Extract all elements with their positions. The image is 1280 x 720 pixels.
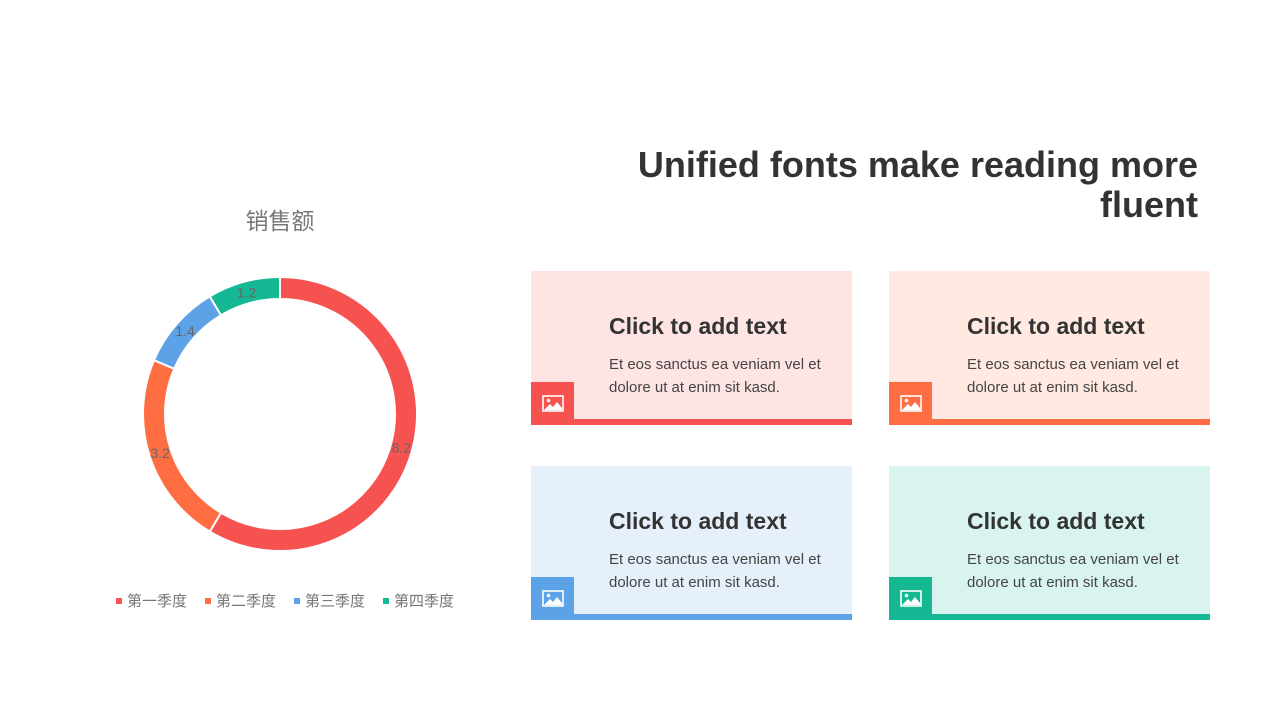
card-body[interactable]: Et eos sanctus ea veniam vel et dolore u… bbox=[967, 353, 1192, 399]
card-title[interactable]: Click to add text bbox=[609, 508, 787, 535]
card-title[interactable]: Click to add text bbox=[967, 508, 1145, 535]
text-card-3[interactable]: Click to add text Et eos sanctus ea veni… bbox=[531, 466, 852, 620]
donut-slice-1 bbox=[208, 275, 418, 552]
card-accent-bar bbox=[889, 614, 1210, 620]
legend-swatch-q4 bbox=[383, 597, 390, 604]
card-accent-bar bbox=[531, 419, 852, 425]
image-icon[interactable] bbox=[531, 382, 574, 425]
legend-item-q2: 第二季度 bbox=[204, 590, 276, 611]
chart-legend: 第一季度 第二季度 第三季度 第四季度 bbox=[100, 590, 470, 611]
legend-label-q3: 第三季度 bbox=[305, 592, 366, 610]
card-title[interactable]: Click to add text bbox=[967, 313, 1145, 340]
image-icon[interactable] bbox=[531, 577, 574, 620]
card-body[interactable]: Et eos sanctus ea veniam vel et dolore u… bbox=[609, 353, 834, 399]
text-card-1[interactable]: Click to add text Et eos sanctus ea veni… bbox=[531, 271, 852, 425]
card-body[interactable]: Et eos sanctus ea veniam vel et dolore u… bbox=[609, 548, 834, 594]
data-label-2: 3.2 bbox=[150, 445, 170, 461]
donut-chart: 8.2 3.2 1.4 1.2 bbox=[142, 275, 418, 552]
legend-item-q3: 第三季度 bbox=[294, 590, 365, 611]
legend-swatch-q1 bbox=[115, 597, 122, 604]
data-label-4: 1.2 bbox=[237, 285, 257, 301]
card-body[interactable]: Et eos sanctus ea veniam vel et dolore u… bbox=[967, 548, 1192, 594]
card-accent-bar bbox=[531, 614, 852, 620]
text-card-4[interactable]: Click to add text Et eos sanctus ea veni… bbox=[889, 466, 1210, 620]
legend-swatch-q2 bbox=[204, 597, 211, 604]
legend-item-q4: 第四季度 bbox=[383, 590, 454, 611]
chart-title: 销售额 bbox=[245, 209, 315, 235]
image-icon[interactable] bbox=[889, 577, 932, 620]
legend-swatch-q3 bbox=[294, 597, 300, 604]
legend-label-q1: 第一季度 bbox=[126, 592, 187, 610]
card-title[interactable]: Click to add text bbox=[609, 313, 787, 340]
data-label-3: 1.4 bbox=[175, 323, 195, 339]
card-accent-bar bbox=[889, 419, 1210, 425]
headline: Unified fonts make reading more fluent bbox=[637, 144, 1198, 225]
legend-item-q1: 第一季度 bbox=[115, 590, 187, 611]
image-icon[interactable] bbox=[889, 382, 932, 425]
legend-label-q4: 第四季度 bbox=[394, 592, 455, 610]
data-label-1: 8.2 bbox=[392, 440, 412, 456]
legend-label-q2: 第二季度 bbox=[215, 592, 276, 610]
text-card-2[interactable]: Click to add text Et eos sanctus ea veni… bbox=[889, 271, 1210, 425]
